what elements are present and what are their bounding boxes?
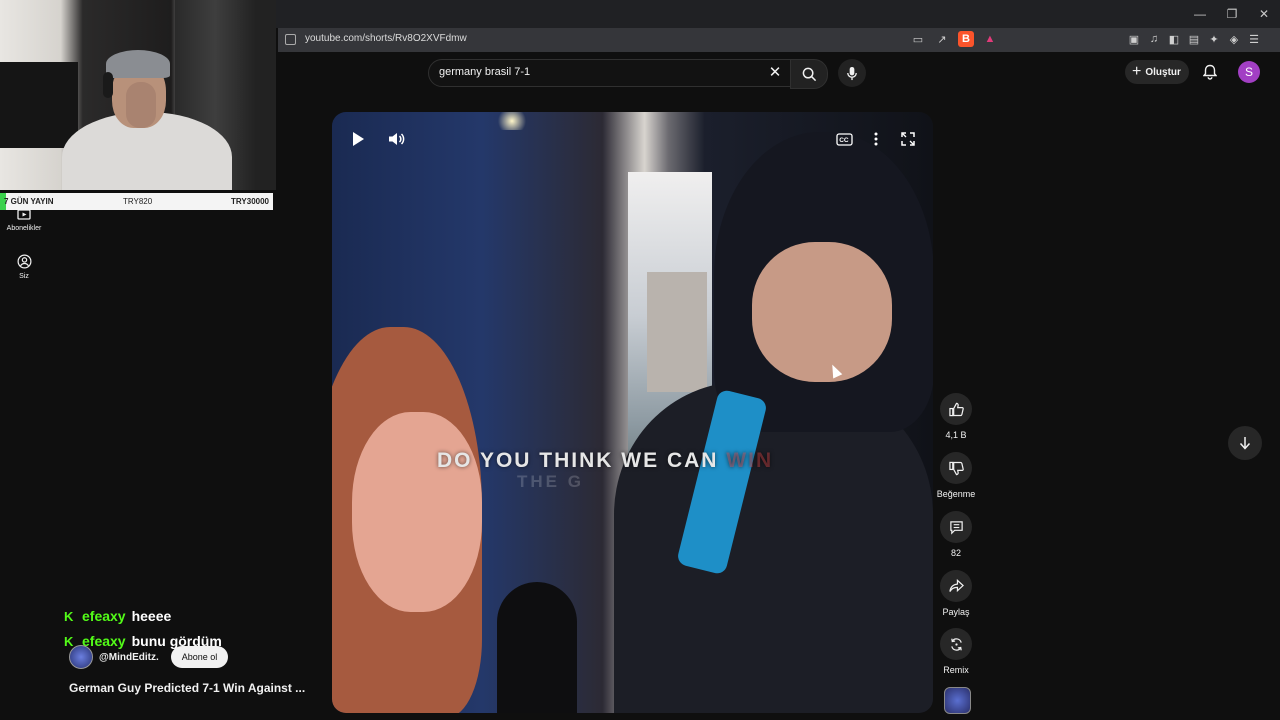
ticker-goal: TRY30000 — [231, 197, 269, 206]
fullscreen-icon — [901, 132, 915, 146]
remix-label: Remix — [943, 665, 969, 675]
like-count: 4,1 B — [945, 430, 967, 440]
microphone-icon — [847, 66, 857, 80]
minimize-button[interactable]: — — [1184, 0, 1216, 28]
browser-toolbar-icons: ▣ ♫ ◧ ▤ ✦ ◈ ☰ — [1126, 31, 1262, 47]
kick-badge-icon: K — [64, 608, 74, 624]
background-tv — [0, 62, 78, 148]
subtitle-main: DO YOU THINK WE CAN — [437, 449, 719, 472]
play-button[interactable] — [346, 127, 370, 151]
captions-icon: CC — [835, 132, 853, 146]
voice-search-button[interactable] — [838, 59, 866, 87]
remix-button[interactable]: Remix — [936, 628, 976, 675]
subtitle-faded: WIN — [726, 449, 774, 472]
video-title[interactable]: German Guy Predicted 7-1 Win Against ... — [69, 681, 305, 695]
you-icon — [16, 253, 32, 269]
subscribe-button[interactable]: Abone ol — [170, 646, 229, 668]
sidebar-item-label: Siz — [19, 273, 29, 280]
next-short-button[interactable] — [1228, 426, 1262, 460]
sound-channel-thumbnail[interactable] — [944, 687, 971, 714]
streamer-webcam — [0, 0, 276, 190]
shorts-video-player[interactable]: THE G DO YOU THINK WE CAN WIN CC — [332, 112, 933, 713]
chat-username: efeaxy — [82, 608, 126, 624]
search-button[interactable] — [790, 59, 828, 89]
screenshot-icon[interactable]: ▣ — [1126, 31, 1142, 47]
dislike-label: Beğenme — [936, 489, 976, 499]
search-icon — [802, 67, 816, 81]
ticker-label: 7 GÜN YAYIN — [4, 197, 54, 206]
music-icon[interactable]: ♫ — [1146, 31, 1162, 47]
thumbs-down-icon — [940, 452, 972, 484]
notifications-button[interactable] — [1201, 63, 1219, 81]
site-info-icon[interactable] — [285, 34, 296, 45]
url-text[interactable]: youtube.com/shorts/Rv8O2XVFdmw — [305, 33, 467, 44]
address-bar-actions: ▭ ↗ B ▲ — [910, 31, 998, 47]
menu-icon[interactable]: ☰ — [1246, 31, 1262, 47]
chat-message: K efeaxy heeee — [64, 608, 171, 624]
brave-rewards-icon[interactable]: ▲ — [982, 31, 998, 47]
ghost-subtitle: THE G — [517, 472, 584, 491]
interview-microphone — [497, 582, 577, 713]
thumbs-up-icon — [940, 393, 972, 425]
plus-icon: + — [1132, 63, 1142, 80]
more-options-button[interactable] — [864, 127, 888, 151]
ticker-current: TRY820 — [123, 197, 153, 206]
remix-icon — [940, 628, 972, 660]
share-icon — [940, 570, 972, 602]
volume-button[interactable] — [384, 127, 408, 151]
headphones — [103, 72, 113, 98]
comments-button[interactable]: 82 — [936, 511, 976, 558]
stream-goal-ticker: 7 GÜN YAYIN TRY820 TRY30000 — [0, 193, 273, 210]
video-building — [647, 272, 707, 392]
arrow-down-icon — [1239, 437, 1251, 450]
svg-text:CC: CC — [839, 137, 849, 144]
bell-icon — [1203, 64, 1217, 80]
kebab-menu-icon — [874, 132, 878, 146]
account-avatar[interactable]: S — [1238, 61, 1260, 83]
woman-face — [352, 412, 482, 612]
sidebar-toggle-icon[interactable]: ◧ — [1166, 31, 1182, 47]
close-window-button[interactable]: ✕ — [1248, 0, 1280, 28]
sidebar-item-you[interactable]: Siz — [0, 253, 48, 280]
create-label: Oluştur — [1145, 66, 1181, 78]
volume-icon — [388, 133, 404, 145]
share-page-icon[interactable]: ↗ — [934, 31, 950, 47]
chat-text: heeee — [131, 608, 172, 624]
channel-avatar[interactable] — [69, 645, 93, 669]
sidebar-item-label: Abonelikler — [6, 225, 42, 232]
streamer-cap — [106, 50, 170, 78]
clear-search-button[interactable]: ✕ — [766, 63, 784, 81]
share-button[interactable]: Paylaş — [936, 570, 976, 617]
play-icon — [353, 132, 364, 146]
dislike-button[interactable]: Beğenme — [936, 452, 976, 499]
window-controls: — ❐ ✕ — [1184, 0, 1280, 28]
fullscreen-button[interactable] — [896, 127, 920, 151]
ceiling-light — [494, 112, 530, 130]
brave-shields-icon[interactable]: B — [958, 31, 974, 47]
captions-button[interactable]: CC — [832, 127, 856, 151]
leo-ai-icon[interactable]: ✦ — [1206, 31, 1222, 47]
comment-icon — [940, 511, 972, 543]
video-subtitle: DO YOU THINK WE CAN WIN — [437, 449, 773, 473]
channel-row: @MindEditz. Abone ol — [69, 645, 229, 669]
share-label: Paylaş — [942, 607, 970, 617]
restore-button[interactable]: ❐ — [1216, 0, 1248, 28]
channel-name[interactable]: @MindEditz. — [99, 652, 159, 663]
wallet-icon[interactable]: ▤ — [1186, 31, 1202, 47]
like-button[interactable]: 4,1 B — [936, 393, 976, 440]
search-input[interactable]: germany brasil 7-1 — [439, 66, 530, 78]
streamer-hand — [126, 82, 156, 128]
comment-count: 82 — [950, 548, 961, 558]
man-face — [752, 242, 892, 382]
vpn-icon[interactable]: ◈ — [1226, 31, 1242, 47]
cast-icon[interactable]: ▭ — [910, 31, 926, 47]
create-button[interactable]: + Oluştur — [1125, 60, 1189, 84]
